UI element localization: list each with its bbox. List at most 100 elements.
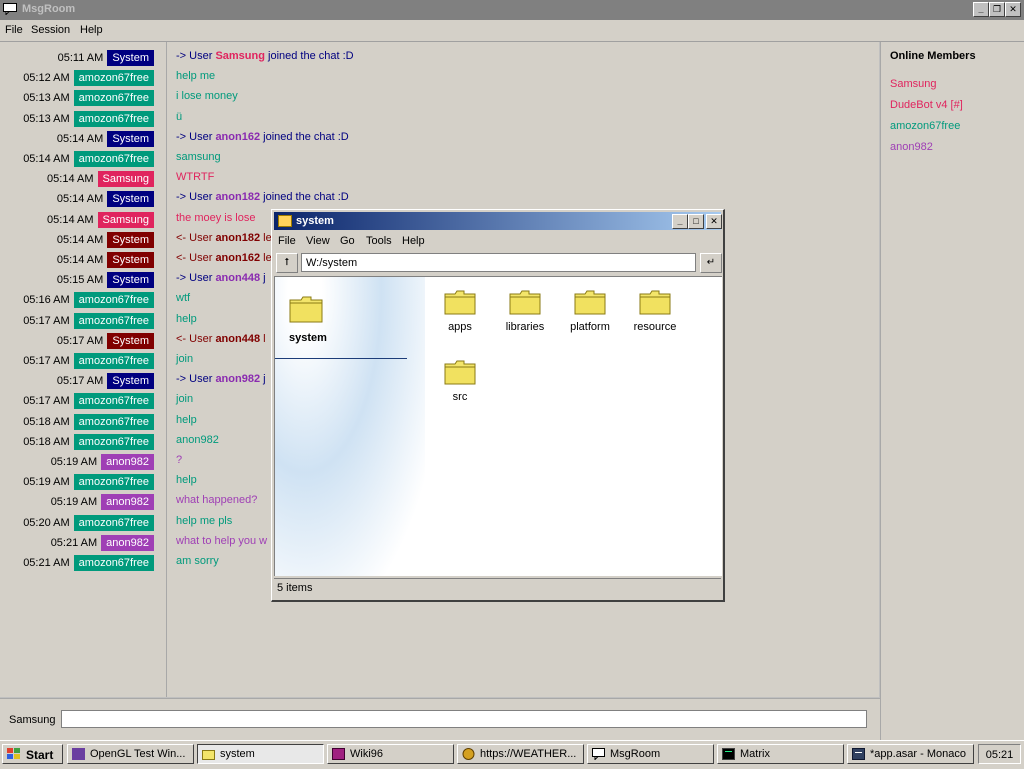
taskbar-button-browser[interactable]: https://WEATHER...: [457, 744, 584, 764]
close-button[interactable]: ✕: [1005, 2, 1021, 17]
system-text: -> User: [176, 373, 216, 385]
user-badge[interactable]: amozon67free: [73, 111, 154, 127]
user-badge[interactable]: amozon67free: [73, 151, 154, 167]
message-timestamp: 05:13 AM: [23, 92, 70, 104]
folder-label: libraries: [505, 321, 545, 333]
message-meta: 05:20 AM amozon67free: [23, 515, 154, 531]
folder-label: apps: [448, 321, 472, 333]
explorer-menu-file[interactable]: File: [278, 235, 296, 247]
user-badge[interactable]: amozon67free: [73, 292, 154, 308]
sidebar-folder-name: system: [289, 332, 327, 344]
taskbar-button-opengl[interactable]: OpenGL Test Win...: [67, 744, 194, 764]
message-timestamp: 05:17 AM: [56, 335, 104, 347]
system-text: <- User: [176, 252, 216, 264]
user-badge[interactable]: System: [107, 131, 154, 147]
message-meta: 05:17 AM System: [57, 373, 154, 389]
message-timestamp: 05:20 AM: [23, 517, 70, 529]
user-badge[interactable]: anon982: [101, 494, 154, 510]
user-badge[interactable]: System: [107, 252, 154, 268]
folder-icon: [278, 215, 292, 227]
user-badge[interactable]: amozon67free: [73, 70, 154, 86]
user-badge[interactable]: System: [107, 373, 154, 389]
message-meta: 05:21 AM amozon67free: [23, 555, 154, 571]
explorer-menu-view[interactable]: View: [306, 235, 330, 247]
member-item[interactable]: anon982: [890, 141, 933, 153]
user-badge[interactable]: anon982: [101, 535, 154, 551]
user-badge[interactable]: amozon67free: [73, 353, 154, 369]
system-username: anon448: [215, 333, 261, 345]
message-text: what to help you w: [176, 535, 268, 547]
folder-item-libraries[interactable]: libraries: [495, 289, 555, 333]
message-input[interactable]: [61, 710, 867, 728]
folder-label: platform: [570, 321, 610, 333]
user-badge[interactable]: amozon67free: [73, 393, 154, 409]
user-badge[interactable]: Samsung: [97, 212, 154, 228]
system-text: j: [260, 373, 266, 385]
taskbar-label: OpenGL Test Win...: [90, 748, 186, 760]
folder-item-apps[interactable]: apps: [430, 289, 490, 333]
user-badge[interactable]: amozon67free: [73, 313, 154, 329]
minimize-button[interactable]: _: [973, 2, 989, 17]
taskbar-button-msgroom[interactable]: MsgRoom: [587, 744, 714, 764]
message-meta: 05:17 AM System: [57, 333, 154, 349]
chat-icon: [592, 748, 605, 760]
taskbar-button-monaco[interactable]: *app.asar - Monaco: [847, 744, 974, 764]
message-text: help: [176, 313, 197, 325]
restore-button[interactable]: ❐: [989, 2, 1005, 17]
message-meta: 05:14 AM System: [57, 191, 154, 207]
user-badge[interactable]: Samsung: [97, 171, 154, 187]
user-badge[interactable]: amozon67free: [73, 414, 154, 430]
message-text: <- User anon448 l: [176, 333, 266, 345]
user-badge[interactable]: amozon67free: [73, 434, 154, 450]
taskbar-button-matrix[interactable]: Matrix: [717, 744, 844, 764]
user-badge[interactable]: anon982: [101, 454, 154, 470]
user-badge[interactable]: System: [107, 232, 154, 248]
terminal-icon: [722, 748, 735, 760]
menu-file[interactable]: File: [5, 24, 23, 36]
message-text: wtf: [176, 292, 191, 304]
user-badge[interactable]: System: [107, 50, 154, 66]
message-meta: 05:18 AM amozon67free: [23, 414, 154, 430]
message-meta: 05:14 AM Samsung: [47, 171, 154, 187]
start-label: Start: [26, 748, 54, 762]
user-badge[interactable]: amozon67free: [73, 90, 154, 106]
user-badge[interactable]: System: [107, 272, 154, 288]
taskbar-button-wiki96[interactable]: Wiki96: [327, 744, 454, 764]
menu-help[interactable]: Help: [80, 24, 103, 36]
member-item[interactable]: Samsung: [890, 78, 936, 90]
user-badge[interactable]: System: [107, 333, 154, 349]
folder-icon: [202, 750, 215, 760]
message-meta: 05:14 AM amozon67free: [23, 151, 154, 167]
message-timestamp: 05:17 AM: [56, 375, 104, 387]
member-item[interactable]: amozon67free: [890, 120, 960, 132]
start-button[interactable]: Start: [2, 744, 63, 764]
user-badge[interactable]: System: [107, 191, 154, 207]
explorer-close-button[interactable]: ✕: [706, 214, 722, 229]
up-folder-button[interactable]: ⭡: [276, 253, 298, 273]
menu-session[interactable]: Session: [31, 24, 70, 36]
folder-icon: [444, 360, 476, 385]
message-timestamp: 05:14 AM: [47, 214, 94, 226]
windows-logo-icon: [7, 748, 20, 759]
explorer-maximize-button[interactable]: □: [688, 214, 704, 229]
folder-item-src[interactable]: src: [430, 359, 490, 403]
explorer-minimize-button[interactable]: _: [672, 214, 688, 229]
message-meta: 05:14 AM System: [57, 131, 154, 147]
message-meta: 05:17 AM amozon67free: [23, 393, 154, 409]
folder-item-platform[interactable]: platform: [560, 289, 620, 333]
member-item[interactable]: DudeBot v4 [#]: [890, 99, 963, 111]
folder-icon: [444, 290, 476, 315]
taskbar-button-system[interactable]: system: [197, 744, 324, 764]
address-bar[interactable]: W:/system: [301, 253, 696, 272]
user-badge[interactable]: amozon67free: [73, 474, 154, 490]
go-button[interactable]: ↵: [700, 253, 722, 273]
explorer-menu-go[interactable]: Go: [340, 235, 355, 247]
user-badge[interactable]: amozon67free: [73, 515, 154, 531]
explorer-menu-tools[interactable]: Tools: [366, 235, 392, 247]
system-text: -> User: [176, 272, 216, 284]
folder-item-resource[interactable]: resource: [625, 289, 685, 333]
message-text: -> User Samsung joined the chat :D: [176, 50, 354, 62]
user-badge[interactable]: amozon67free: [73, 555, 154, 571]
explorer-menu-help[interactable]: Help: [402, 235, 425, 247]
system-username: anon448: [215, 272, 261, 284]
